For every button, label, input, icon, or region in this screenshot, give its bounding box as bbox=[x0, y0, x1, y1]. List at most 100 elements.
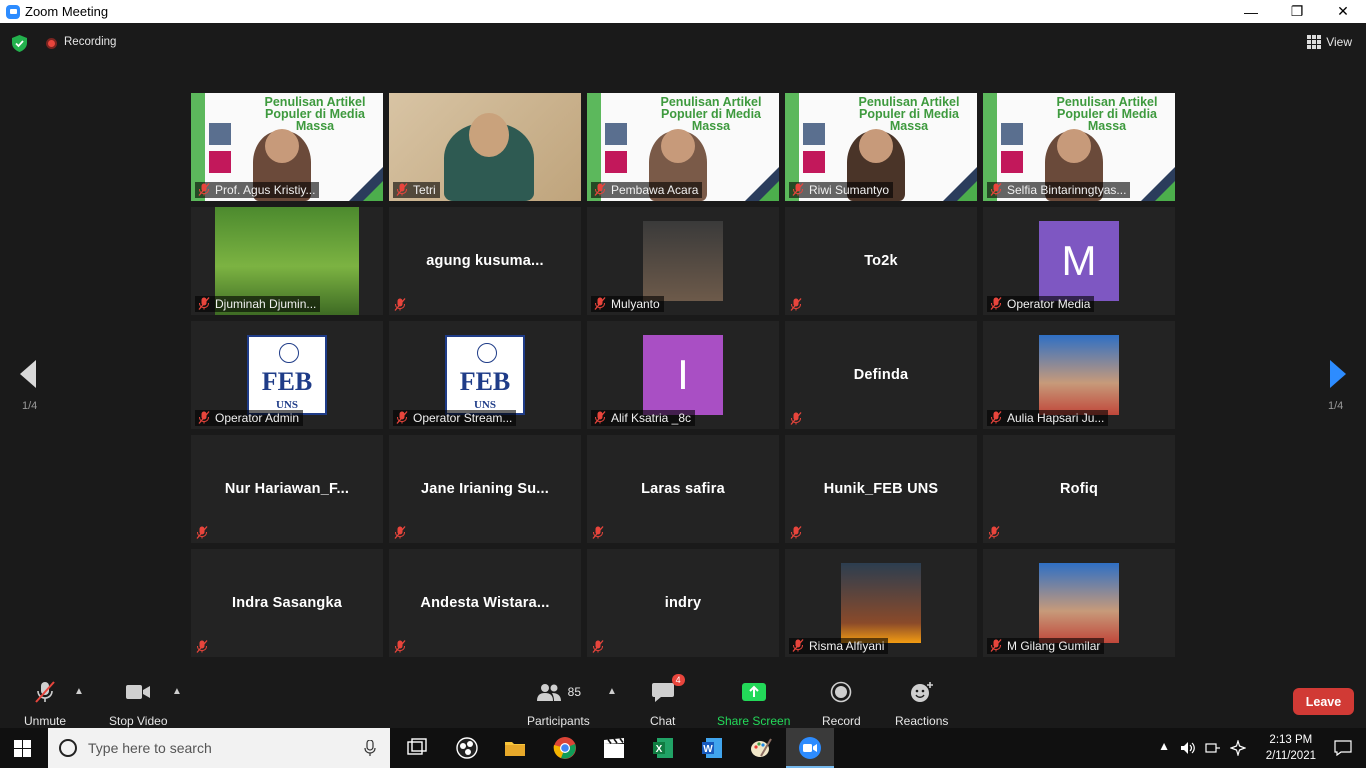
volume-icon[interactable] bbox=[1180, 741, 1196, 755]
maximize-button[interactable]: ❐ bbox=[1274, 0, 1320, 23]
participant-name-label: Operator Admin bbox=[195, 410, 304, 426]
participant-tile[interactable]: Penulisan Artikel Populer di Media Massa S… bbox=[983, 93, 1175, 201]
share-screen-button[interactable]: Share Screen bbox=[717, 680, 790, 728]
participant-tile[interactable]: Penulisan Artikel Populer di Media Massa P… bbox=[587, 93, 779, 201]
muted-mic-icon bbox=[196, 640, 208, 653]
participant-tile[interactable]: Jane Irianing Su... bbox=[389, 435, 581, 543]
paint-icon[interactable] bbox=[749, 736, 773, 760]
participant-display-name: Nur Hariawan_F... bbox=[224, 481, 350, 497]
participant-tile[interactable]: FEB UNS Operator Stream... bbox=[389, 321, 581, 429]
chat-unread-badge: 4 bbox=[671, 674, 685, 686]
audio-options-chevron-icon[interactable]: ▲ bbox=[74, 686, 84, 697]
windows-taskbar: Type here to search X W ▲ 2:13 PM 2/11/2… bbox=[0, 728, 1366, 768]
profile-photo bbox=[643, 221, 723, 301]
participant-tile[interactable]: Penulisan Artikel Populer di Media Massa P… bbox=[191, 93, 383, 201]
unmute-button[interactable]: Unmute bbox=[24, 680, 66, 728]
participant-tile[interactable]: Hunik_FEB UNS bbox=[785, 435, 977, 543]
window-title: Zoom Meeting bbox=[25, 4, 109, 19]
participant-tile[interactable]: Indra Sasangka bbox=[191, 549, 383, 657]
participant-tile[interactable]: Risma Alfiyani bbox=[785, 549, 977, 657]
shield-icon[interactable] bbox=[12, 35, 27, 52]
minimize-button[interactable]: — bbox=[1228, 0, 1274, 23]
participant-tile[interactable]: Rofiq bbox=[983, 435, 1175, 543]
recording-label[interactable]: Recording bbox=[64, 36, 116, 48]
muted-mic-icon bbox=[990, 411, 1002, 424]
notifications-icon[interactable] bbox=[1334, 740, 1352, 756]
windows-start-icon[interactable] bbox=[14, 740, 31, 757]
profile-photo bbox=[1039, 563, 1119, 643]
muted-mic-icon bbox=[394, 640, 406, 653]
video-editor-icon[interactable] bbox=[602, 736, 626, 760]
stop-video-button[interactable]: Stop Video bbox=[109, 680, 168, 728]
participant-tile[interactable]: Nur Hariawan_F... bbox=[191, 435, 383, 543]
file-explorer-icon[interactable] bbox=[503, 736, 527, 760]
muted-mic-icon bbox=[790, 298, 802, 311]
meeting-topbar: Recording View bbox=[0, 23, 1366, 63]
muted-mic-icon bbox=[792, 639, 804, 652]
muted-mic-icon bbox=[198, 411, 210, 424]
tray-overflow-chevron-icon[interactable]: ▲ bbox=[1158, 739, 1170, 753]
participant-display-name: Hunik_FEB UNS bbox=[823, 481, 939, 497]
excel-icon[interactable]: X bbox=[651, 736, 675, 760]
svg-text:W: W bbox=[703, 744, 713, 755]
leave-button[interactable]: Leave bbox=[1293, 688, 1354, 715]
muted-mic-icon bbox=[394, 526, 406, 539]
participant-display-name: agung kusuma... bbox=[426, 253, 544, 269]
participant-tile[interactable]: M Gilang Gumilar bbox=[983, 549, 1175, 657]
taskbar-search-box[interactable]: Type here to search bbox=[48, 728, 390, 768]
network-icon[interactable] bbox=[1205, 741, 1221, 755]
record-button[interactable]: Record bbox=[822, 680, 861, 728]
next-page-arrow-icon[interactable] bbox=[1330, 360, 1346, 388]
participant-tile[interactable]: M Operator Media bbox=[983, 207, 1175, 315]
participant-tile[interactable]: Aulia Hapsari Ju... bbox=[983, 321, 1175, 429]
participants-button[interactable]: 85 Participants bbox=[527, 680, 590, 728]
participant-tile[interactable]: indry bbox=[587, 549, 779, 657]
share-screen-icon bbox=[741, 683, 766, 701]
recording-icon bbox=[46, 38, 57, 49]
participant-tile[interactable]: Tetri bbox=[389, 93, 581, 201]
participant-tile[interactable]: Djuminah Djumin... bbox=[191, 207, 383, 315]
view-button[interactable]: View bbox=[1307, 35, 1352, 49]
chat-label: Chat bbox=[650, 714, 676, 728]
stop-video-label: Stop Video bbox=[109, 714, 168, 728]
muted-mic-icon bbox=[35, 681, 55, 703]
task-view-icon[interactable] bbox=[405, 736, 429, 760]
participant-name-label: Risma Alfiyani bbox=[789, 638, 889, 654]
airplane-mode-icon[interactable] bbox=[1230, 740, 1246, 756]
participant-tile[interactable]: Penulisan Artikel Populer di Media Massa R… bbox=[785, 93, 977, 201]
share-screen-label: Share Screen bbox=[717, 714, 791, 728]
avatar: M bbox=[1039, 221, 1119, 301]
participant-tile[interactable]: Andesta Wistara... bbox=[389, 549, 581, 657]
profile-photo bbox=[841, 563, 921, 643]
participant-tile[interactable]: Mulyanto bbox=[587, 207, 779, 315]
previous-page-arrow-icon[interactable] bbox=[20, 360, 36, 388]
participant-tile[interactable]: agung kusuma... bbox=[389, 207, 581, 315]
participant-name-label: Pembawa Acara bbox=[591, 182, 703, 198]
word-icon[interactable]: W bbox=[700, 736, 724, 760]
clock-date: 2/11/2021 bbox=[1265, 750, 1316, 762]
close-button[interactable]: ✕ bbox=[1320, 0, 1366, 23]
muted-mic-icon bbox=[988, 526, 1000, 539]
clock-time: 2:13 PM bbox=[1269, 734, 1313, 746]
chat-button[interactable]: 4 Chat bbox=[650, 674, 685, 728]
participant-tile[interactable]: Laras safira bbox=[587, 435, 779, 543]
muted-mic-icon bbox=[396, 411, 408, 424]
reactions-button[interactable]: Reactions bbox=[895, 680, 948, 728]
meeting-toolbar: Unmute ▲ Stop Video ▲ 85 Participants ▲ bbox=[0, 672, 1366, 728]
muted-mic-icon bbox=[594, 411, 606, 424]
participants-options-chevron-icon[interactable]: ▲ bbox=[607, 686, 617, 697]
taskbar-clock[interactable]: 2:13 PM 2/11/2021 bbox=[1266, 732, 1316, 764]
participant-tile[interactable]: To2k bbox=[785, 207, 977, 315]
participant-tile[interactable]: FEB UNS Operator Admin bbox=[191, 321, 383, 429]
chrome-icon[interactable] bbox=[553, 736, 577, 760]
microphone-icon[interactable] bbox=[364, 740, 376, 757]
participant-name-label: Operator Stream... bbox=[393, 410, 517, 426]
video-options-chevron-icon[interactable]: ▲ bbox=[172, 686, 182, 697]
obs-app-icon[interactable] bbox=[455, 736, 479, 760]
zoom-taskbar-button[interactable] bbox=[786, 728, 834, 768]
muted-mic-icon bbox=[196, 526, 208, 539]
page-indicator-left: 1/4 bbox=[22, 400, 38, 412]
muted-mic-icon bbox=[198, 183, 210, 196]
participant-tile[interactable]: I Alif Ksatria _8c bbox=[587, 321, 779, 429]
participant-tile[interactable]: Definda bbox=[785, 321, 977, 429]
